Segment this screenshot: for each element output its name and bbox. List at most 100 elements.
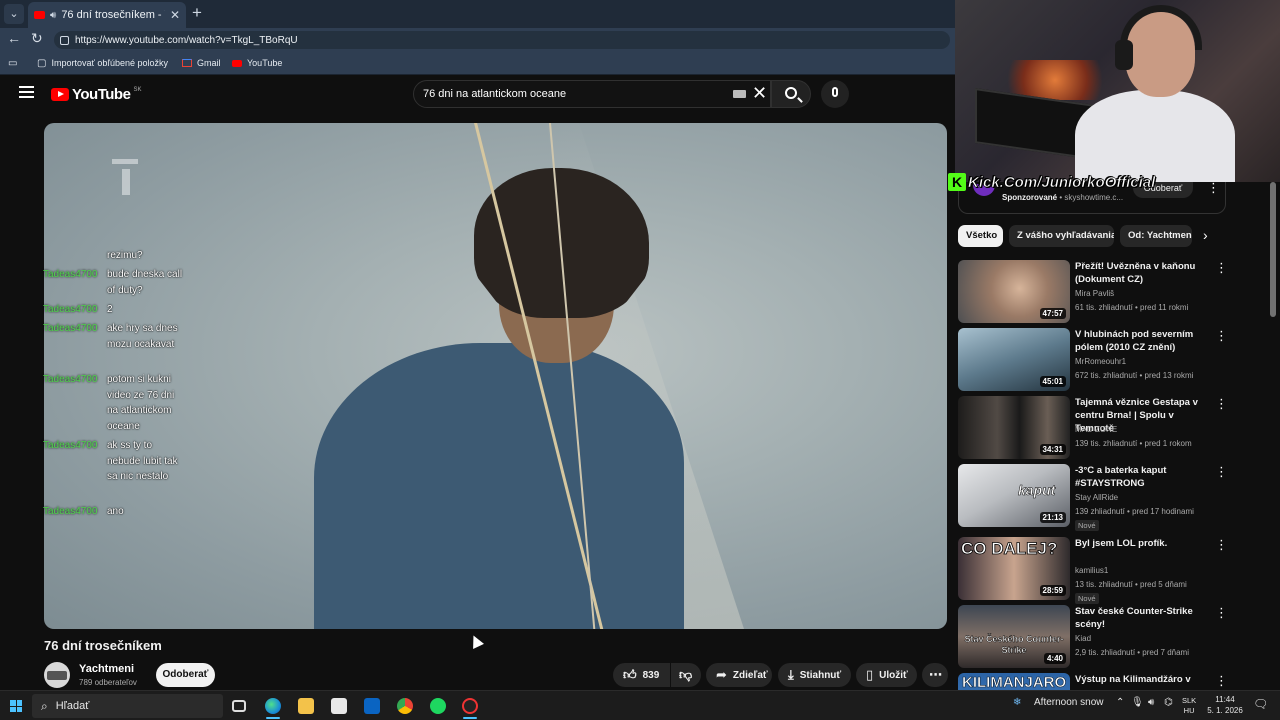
rec-channel: kamilius1 — [1075, 566, 1109, 575]
microphone-icon[interactable]: 🎙︎ — [1131, 697, 1144, 708]
keyboard-icon[interactable] — [733, 90, 746, 98]
search-input[interactable]: 76 dni na atlantickom oceane — [413, 80, 771, 108]
close-tab-icon[interactable]: ✕ — [170, 8, 180, 22]
chat-message: Tadeas4700 ano — [43, 506, 124, 517]
menu-hamburger-icon[interactable] — [19, 86, 34, 98]
speaker-icon[interactable]: 🔊︎ — [50, 10, 56, 21]
chevron-right-icon[interactable]: › — [1203, 227, 1208, 243]
chrome-icon[interactable] — [397, 698, 413, 714]
share-button[interactable]: ➦ Zdieľať — [706, 663, 772, 687]
video-thumbnail[interactable]: CO DALEJ? 28:59 — [958, 537, 1070, 600]
bookmark-youtube[interactable]: YouTube — [232, 56, 282, 70]
video-thumbnail[interactable]: kaput 21:13 — [958, 464, 1070, 527]
youtube-header: YouTube SK 76 dni na atlantickom oceane … — [0, 76, 955, 116]
chat-message: rezimu? — [107, 250, 143, 261]
more-vertical-icon[interactable]: ⋮ — [1215, 464, 1228, 480]
video-thumbnail[interactable]: 47:57 — [958, 260, 1070, 323]
weather-text[interactable]: Afternoon snow — [1034, 697, 1104, 708]
share-arrow-icon: ➦ — [716, 667, 727, 682]
save-button[interactable]: ▯ Uložiť — [856, 663, 917, 687]
list-item[interactable]: 45:01 V hlubinách pod severním pólem (20… — [958, 328, 1258, 391]
snowflake-weather-icon[interactable]: ❄ — [1013, 697, 1021, 708]
url-field[interactable]: https://www.youtube.com/watch?v=TkgL_TBo… — [54, 31, 950, 49]
rec-title[interactable]: Stav české Counter-Strike scény! — [1075, 605, 1210, 631]
task-view-icon[interactable] — [232, 700, 246, 712]
back-arrow-icon[interactable]: ← — [7, 30, 21, 46]
more-vertical-icon[interactable]: ⋮ — [1215, 260, 1228, 276]
chip-all[interactable]: Všetko — [958, 225, 1003, 247]
list-item[interactable]: Stav Českého Counter-Strike 4:40 Stav če… — [958, 605, 1258, 668]
video-thumbnail[interactable]: Stav Českého Counter-Strike 4:40 — [958, 605, 1070, 668]
mouse-cursor-icon — [468, 633, 484, 649]
spotify-icon[interactable] — [430, 698, 446, 714]
store-icon[interactable] — [331, 698, 347, 714]
sponsored-label: Sponzorované — [1002, 193, 1058, 202]
voice-search-button[interactable] — [821, 80, 849, 108]
channel-avatar[interactable] — [44, 662, 70, 688]
scrollbar[interactable] — [1270, 182, 1276, 317]
rec-channel: Mira Pavliš — [1075, 289, 1115, 298]
chat-message: Tadeas4700 ake hry sa dnes mozu ocakavat — [43, 323, 178, 350]
dislike-button[interactable]: 👎︎ — [671, 663, 701, 687]
bookmark-import[interactable]: ▢ Importovať obľúbené položky — [37, 56, 168, 70]
bookmark-gmail[interactable]: Gmail — [182, 56, 221, 70]
list-item[interactable]: kaput 21:13 -3°C a baterka kaput #STAYST… — [958, 464, 1258, 531]
network-icon[interactable]: ⌬ — [1164, 697, 1173, 708]
rec-title[interactable]: Přežít! Uvězněna v kaňonu (Dokument CZ) — [1075, 260, 1210, 286]
refresh-icon[interactable]: ↻ — [31, 30, 43, 47]
more-vertical-icon[interactable]: ⋮ — [1215, 396, 1228, 412]
download-button[interactable]: ⤓ Stiahnuť — [778, 663, 851, 687]
windows-start-icon[interactable] — [10, 700, 22, 712]
list-item[interactable]: 34:31 Tajemná věznice Gestapa v centru B… — [958, 396, 1258, 459]
file-explorer-icon[interactable] — [298, 698, 314, 714]
more-vertical-icon[interactable]: ⋮ — [1215, 328, 1228, 344]
chat-message: Tadeas4700 potom si kukni video ze 76 dni… — [43, 374, 175, 432]
chevron-up-icon[interactable]: ⌃ — [1116, 697, 1124, 708]
rec-meta: 139 tis. zhliadnutí • pred 1 rokom — [1075, 439, 1192, 448]
sidebar-toggle-icon[interactable]: ▭ — [8, 56, 17, 70]
subscribe-button[interactable]: Odoberať — [156, 663, 215, 687]
search-button[interactable] — [771, 80, 811, 108]
rec-title[interactable]: -3°C a baterka kaput #STAYSTRONG — [1075, 464, 1210, 490]
list-item[interactable]: 47:57 Přežít! Uvězněna v kaňonu (Dokumen… — [958, 260, 1258, 323]
rec-title[interactable]: Výstup na Kilimandžáro v — [1075, 673, 1210, 686]
webcam-overlay — [955, 0, 1280, 182]
tab-list-chevron-icon[interactable]: ⌄ — [4, 4, 24, 24]
volume-icon[interactable]: 🔊︎ — [1148, 697, 1154, 708]
taskbar-search[interactable]: ⌕ Hľadať — [32, 694, 223, 718]
rec-title[interactable]: V hlubinách pod severním pólem (2010 CZ … — [1075, 328, 1210, 354]
browser-tab-bar: ⌄ 🔊︎ 76 dní trosečníkem - YouTube ✕ + — [0, 0, 955, 28]
more-actions-button[interactable]: ⋯ — [922, 663, 948, 687]
clear-search-icon[interactable]: ✕ — [752, 83, 767, 103]
video-thumbnail[interactable]: 34:31 — [958, 396, 1070, 459]
windows-taskbar: ⌕ Hľadať ❄ Afternoon snow ⌃ 🎙︎ 🔊︎ ⌬ SLK H… — [0, 690, 1280, 720]
clock[interactable]: 11:44 5. 1. 2026 — [1203, 694, 1247, 716]
more-vertical-icon[interactable]: ⋮ — [1215, 673, 1228, 689]
edge-icon[interactable] — [265, 698, 281, 714]
tab-title: 76 dní trosečníkem - YouTube — [61, 9, 165, 21]
notifications-icon[interactable]: 🗨︎ — [1253, 697, 1268, 711]
new-tab-plus-icon[interactable]: + — [192, 4, 202, 22]
chat-message: Tadeas4700 bude dneska call of duty? — [43, 269, 183, 296]
chip-from-channel[interactable]: Od: Yachtmeni — [1120, 225, 1192, 247]
search-icon: ⌕ — [41, 698, 48, 713]
more-vertical-icon[interactable]: ⋮ — [1207, 180, 1220, 196]
youtube-logo[interactable]: YouTube SK — [51, 86, 141, 103]
tab-youtube[interactable]: 🔊︎ 76 dní trosečníkem - YouTube ✕ — [28, 2, 186, 28]
rec-meta: 2,9 tis. zhliadnutí • pred 7 dňami — [1075, 648, 1189, 657]
more-vertical-icon[interactable]: ⋮ — [1215, 537, 1228, 553]
channel-name[interactable]: Yachtmeni — [79, 663, 134, 675]
list-item[interactable]: KILIMANJARO Výstup na Kilimandžáro v ⋮ — [958, 673, 1258, 690]
list-item[interactable]: CO DALEJ? 28:59 Byl jsem LOL profík. kam… — [958, 537, 1258, 604]
like-button[interactable]: 👍︎ 839 — [613, 663, 670, 687]
rec-channel: Stay AllRide — [1075, 493, 1119, 502]
more-vertical-icon[interactable]: ⋮ — [1215, 605, 1228, 621]
thumbs-down-icon: 👎︎ — [679, 667, 693, 682]
outlook-icon[interactable] — [364, 698, 380, 714]
input-language[interactable]: SLK HU — [1182, 696, 1196, 716]
chip-from-search[interactable]: Z vášho vyhľadávania — [1009, 225, 1114, 247]
rec-title[interactable]: Byl jsem LOL profík. — [1075, 537, 1210, 550]
video-thumbnail[interactable]: KILIMANJARO — [958, 673, 1070, 690]
video-thumbnail[interactable]: 45:01 — [958, 328, 1070, 391]
obs-icon[interactable] — [462, 698, 478, 714]
